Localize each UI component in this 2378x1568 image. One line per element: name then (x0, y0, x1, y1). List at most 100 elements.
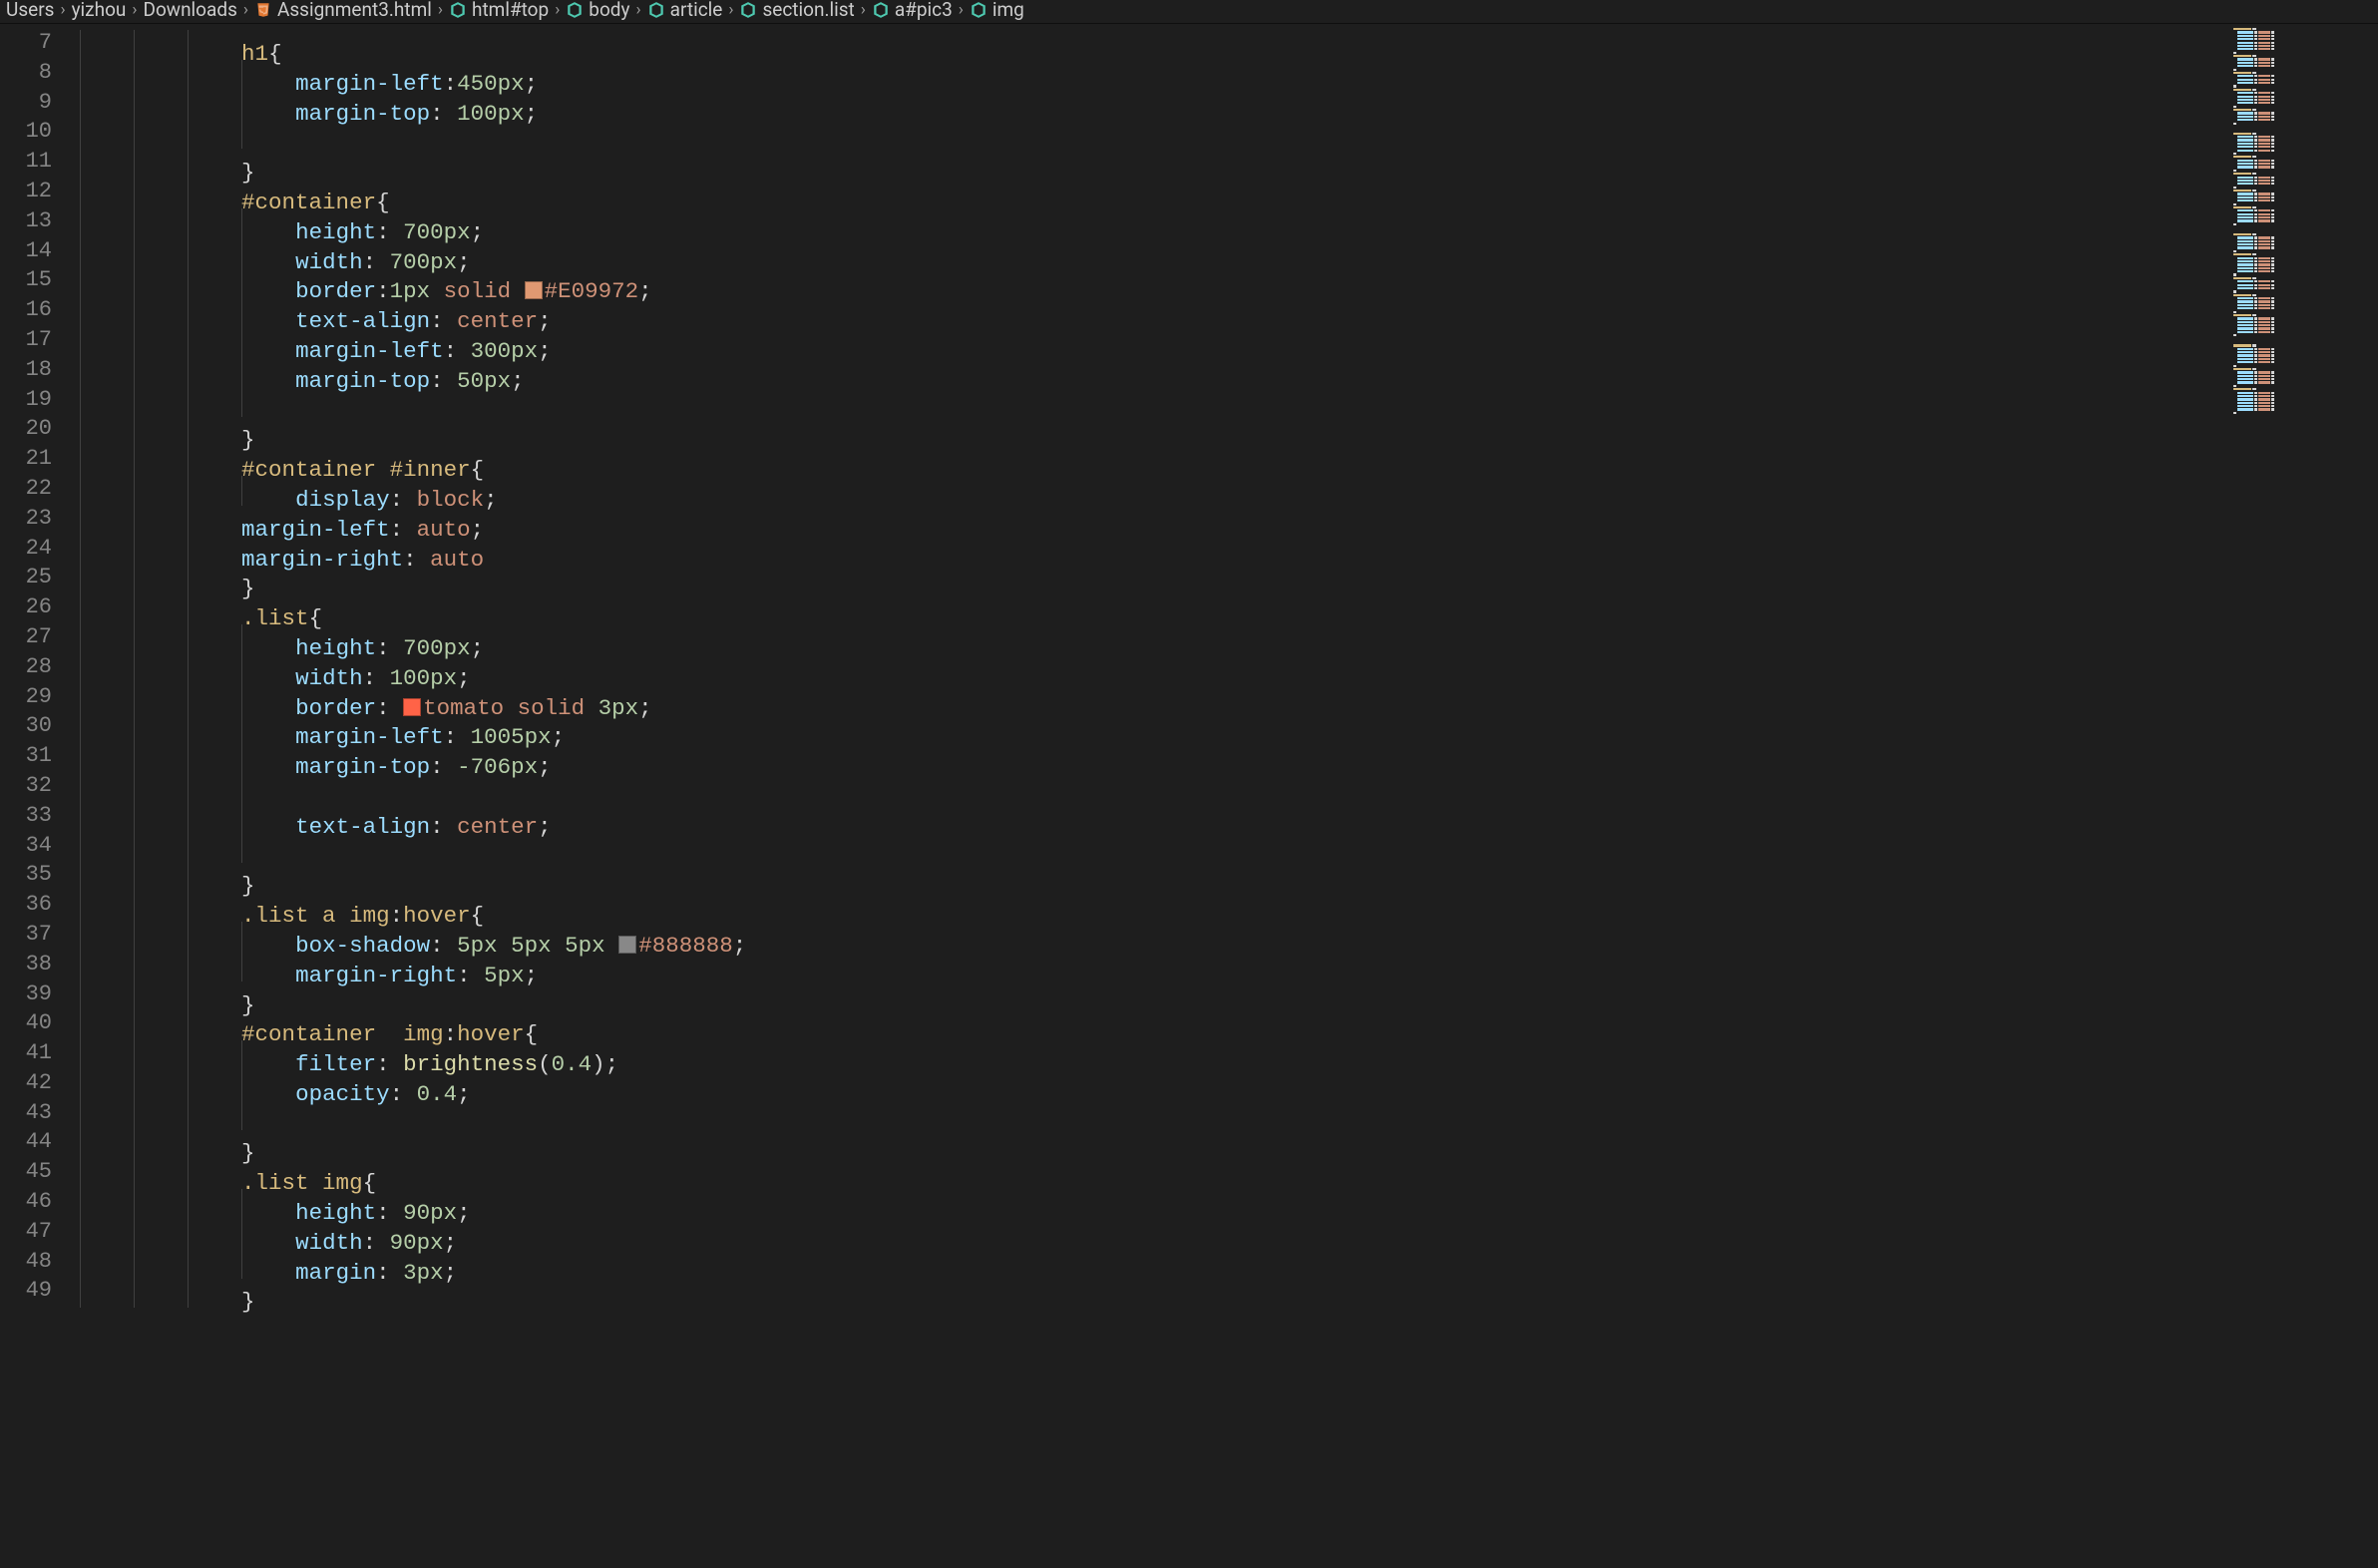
token-punct: : (430, 101, 457, 127)
code-line[interactable]: 46 height: 90px; (0, 1189, 2223, 1219)
line-number: 11 (0, 149, 80, 174)
code-line[interactable]: 17 margin-left: 300px; (0, 327, 2223, 357)
symbol-icon (449, 1, 467, 19)
code-line[interactable]: 31 margin-top: -706px; (0, 743, 2223, 773)
code-line[interactable]: 7 h1{ (0, 30, 2223, 60)
token-punct: ; (525, 101, 539, 127)
code-line[interactable]: 14 width: 700px; (0, 238, 2223, 268)
code-line[interactable]: 29 border: tomato solid 3px; (0, 684, 2223, 714)
symbol-icon (566, 1, 584, 19)
token-prop: text-align (295, 814, 430, 840)
breadcrumb-symbol[interactable]: body (566, 0, 629, 21)
code-line[interactable]: 9 margin-top: 100px; (0, 90, 2223, 120)
code-line[interactable]: 47 width: 90px; (0, 1219, 2223, 1249)
code-line[interactable]: 37 box-shadow: 5px 5px 5px #888888; (0, 922, 2223, 952)
line-number: 49 (0, 1278, 80, 1303)
breadcrumb-symbol[interactable]: img (970, 0, 1024, 21)
token-punct: : (430, 754, 457, 780)
code-line[interactable]: 41 filter: brightness(0.4); (0, 1040, 2223, 1070)
line-number: 39 (0, 981, 80, 1006)
token-punct: ; (538, 754, 552, 780)
breadcrumb-symbol[interactable]: section.list (739, 0, 854, 21)
line-number: 45 (0, 1159, 80, 1184)
code-line[interactable]: 21 #container #inner{ (0, 446, 2223, 476)
token-prop: margin-top (295, 754, 430, 780)
code-line[interactable]: 12 #container{ (0, 179, 2223, 208)
code-line[interactable]: 23 margin-left: auto; (0, 506, 2223, 536)
line-number: 27 (0, 624, 80, 649)
token-num: 50px (457, 368, 511, 394)
token-num: 3px (598, 695, 639, 721)
line-number: 37 (0, 922, 80, 947)
line-number: 8 (0, 60, 80, 85)
line-number: 25 (0, 565, 80, 589)
token-punct: ; (552, 724, 566, 750)
chevron-right-icon: › (438, 0, 443, 20)
breadcrumb-folder[interactable]: yizhou (72, 0, 127, 21)
token-kw: center (457, 814, 538, 840)
code-line[interactable]: 11 } (0, 149, 2223, 179)
breadcrumb-folder[interactable]: Downloads (143, 0, 236, 21)
chevron-right-icon: › (861, 0, 866, 20)
line-number: 18 (0, 357, 80, 382)
code-line[interactable]: 44 } (0, 1129, 2223, 1159)
breadcrumb-folder[interactable]: Users (6, 0, 54, 21)
code-line[interactable]: 24 margin-right: auto (0, 536, 2223, 566)
code-line[interactable]: 30 margin-left: 1005px; (0, 713, 2223, 743)
code-content[interactable]: } (80, 1278, 255, 1315)
line-number: 38 (0, 952, 80, 977)
code-line[interactable]: 35 } (0, 862, 2223, 892)
token-punct: : (390, 1081, 417, 1107)
line-number: 7 (0, 30, 80, 55)
token-prop: margin (295, 1260, 376, 1286)
line-number: 42 (0, 1070, 80, 1095)
line-number: 17 (0, 327, 80, 352)
code-line[interactable]: 16 text-align: center; (0, 297, 2223, 327)
token-num: 0.4 (417, 1081, 458, 1107)
code-line[interactable]: 20 } (0, 416, 2223, 446)
chevron-right-icon: › (243, 0, 248, 20)
code-line[interactable]: 48 margin: 3px; (0, 1249, 2223, 1279)
breadcrumb-bar[interactable]: Users › yizhou › Downloads › Assignment3… (0, 0, 2378, 24)
code-line[interactable]: 38 margin-right: 5px; (0, 952, 2223, 981)
code-line[interactable]: 26 .list{ (0, 594, 2223, 624)
line-number: 23 (0, 506, 80, 531)
token-punct: : (403, 547, 430, 573)
line-number: 13 (0, 208, 80, 233)
code-line[interactable]: 8 margin-left:450px; (0, 60, 2223, 90)
symbol-icon (872, 1, 890, 19)
line-number: 34 (0, 833, 80, 858)
code-line[interactable]: 28 width: 100px; (0, 654, 2223, 684)
line-number: 46 (0, 1189, 80, 1214)
token-num: 0.4 (552, 1051, 593, 1077)
token-num: 5px (484, 963, 525, 988)
code-line[interactable]: 18 margin-top: 50px; (0, 357, 2223, 387)
breadcrumb-symbol[interactable]: article (647, 0, 723, 21)
token-num: -706px (457, 754, 538, 780)
token-punct: : (457, 963, 484, 988)
token-kw: #888888 (638, 933, 733, 959)
code-line[interactable]: 42 opacity: 0.4; (0, 1070, 2223, 1100)
minimap[interactable] (2223, 24, 2378, 1568)
breadcrumb-file[interactable]: Assignment3.html (254, 0, 432, 21)
color-swatch[interactable] (618, 936, 636, 954)
code-line[interactable]: 40 #container img:hover{ (0, 1010, 2223, 1040)
token-num: 5px (565, 933, 605, 959)
line-number: 15 (0, 267, 80, 292)
code-editor[interactable]: 7 h1{8 margin-left:450px;9 margin-top: 1… (0, 24, 2223, 1568)
token-punct: } (241, 1289, 255, 1315)
code-line[interactable]: 15 border:1px solid #E09972; (0, 267, 2223, 297)
breadcrumb-symbol[interactable]: a#pic3 (872, 0, 953, 21)
line-number: 16 (0, 297, 80, 322)
token-kw: #E09972 (545, 278, 639, 304)
code-line[interactable]: 13 height: 700px; (0, 208, 2223, 238)
line-number: 41 (0, 1040, 80, 1065)
code-line[interactable]: 33 text-align: center; (0, 803, 2223, 833)
breadcrumb-symbol[interactable]: html#top (449, 0, 549, 21)
token-prop: margin-right (241, 547, 403, 573)
code-line[interactable]: 45 .list img{ (0, 1159, 2223, 1189)
code-line[interactable]: 27 height: 700px; (0, 624, 2223, 654)
code-line[interactable]: 22 display: block; (0, 476, 2223, 506)
code-line[interactable]: 36 .list a img:hover{ (0, 892, 2223, 922)
line-number: 32 (0, 773, 80, 798)
